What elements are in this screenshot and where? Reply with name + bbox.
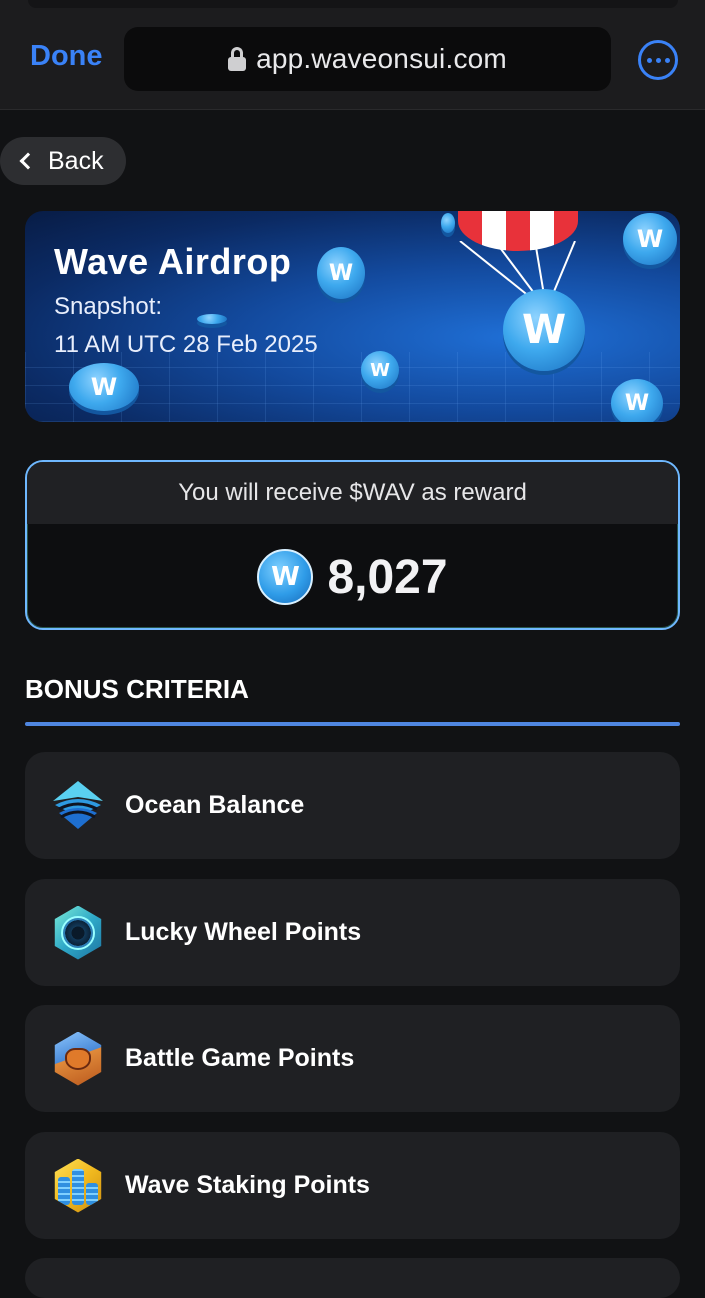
- reward-amount: 8,027: [327, 550, 448, 604]
- criteria-wave-staking[interactable]: Wave Staking Points: [25, 1132, 680, 1239]
- wave-coin-icon: W: [611, 379, 663, 422]
- lucky-wheel-icon: [51, 905, 105, 960]
- airdrop-banner: W W W W W W Wave Airdrop Snapshot: 11 AM…: [25, 211, 680, 422]
- wav-coin-icon: W: [257, 549, 314, 605]
- criteria-lucky-wheel[interactable]: Lucky Wheel Points: [25, 879, 680, 986]
- ellipsis-circle-icon[interactable]: [638, 40, 678, 80]
- criteria-ocean-balance[interactable]: Ocean Balance: [25, 752, 680, 859]
- criteria-battle-game[interactable]: Battle Game Points: [25, 1005, 680, 1112]
- snapshot-label: Snapshot:: [54, 293, 163, 320]
- address-bar[interactable]: app.waveonsui.com: [124, 27, 611, 91]
- criteria-label: Lucky Wheel Points: [125, 918, 362, 946]
- wave-coin-icon: [441, 213, 455, 233]
- reward-card: You will receive $WAV as reward W 8,027: [25, 460, 680, 630]
- wave-coin-icon: W: [503, 289, 585, 371]
- wave-coin-icon: [197, 314, 227, 324]
- previous-tab-edge: [28, 0, 678, 8]
- back-button[interactable]: Back: [0, 137, 126, 185]
- snapshot-time: 11 AM UTC 28 Feb 2025: [54, 331, 318, 358]
- parachute-lines: [459, 241, 576, 301]
- bonus-criteria-title: BONUS CRITERIA: [25, 674, 249, 704]
- criteria-label: Wave Staking Points: [125, 1171, 370, 1199]
- back-label: Back: [48, 146, 104, 175]
- chevron-left-icon: [19, 152, 37, 170]
- battle-game-icon: [51, 1031, 105, 1086]
- reward-header: You will receive $WAV as reward: [27, 462, 678, 524]
- reward-body: W 8,027: [27, 524, 678, 628]
- criteria-label: Ocean Balance: [125, 791, 305, 819]
- browser-toolbar: Done app.waveonsui.com: [0, 0, 705, 110]
- wave-coin-icon: W: [69, 363, 139, 411]
- criteria-card-partial[interactable]: [25, 1258, 680, 1298]
- lock-icon: [228, 47, 247, 71]
- criteria-label: Battle Game Points: [125, 1044, 355, 1072]
- banner-title: Wave Airdrop: [54, 241, 292, 282]
- done-button[interactable]: Done: [30, 40, 103, 73]
- section-divider: [25, 722, 680, 726]
- wave-coin-icon: W: [361, 351, 399, 389]
- wave-coin-icon: W: [317, 247, 365, 299]
- ocean-waves-icon: [51, 779, 105, 833]
- wave-coin-icon: W: [623, 213, 677, 265]
- staking-coins-icon: [51, 1158, 105, 1213]
- url-text: app.waveonsui.com: [256, 43, 507, 74]
